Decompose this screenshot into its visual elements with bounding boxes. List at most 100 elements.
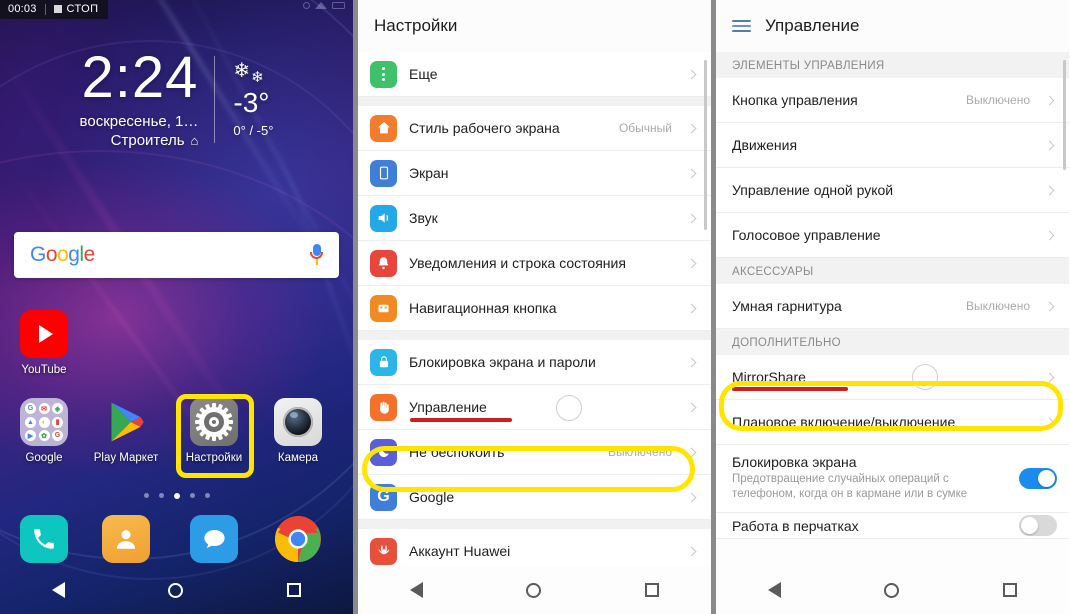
control-row-motions[interactable]: Движения: [716, 123, 1069, 168]
back-triangle-icon[interactable]: [767, 582, 781, 598]
dock-icon-phone[interactable]: [8, 515, 80, 563]
settings-row-sound[interactable]: Звук: [358, 196, 711, 241]
chevron-right-icon: [686, 168, 697, 178]
microphone-icon[interactable]: [310, 244, 323, 266]
weather-section[interactable]: ❄❄ -3° 0° / -5°: [215, 61, 273, 138]
app-icon-google-folder[interactable]: G ✉ ◈ ▲ ◐ ▮ ▶ ✿ G Google: [8, 398, 80, 464]
control-row-one-hand[interactable]: Управление одной рукой: [716, 168, 1069, 213]
home-style-icon: [370, 114, 397, 142]
section-gap: [358, 97, 711, 106]
settings-row-dnd[interactable]: Не беспокоить Выключено: [358, 430, 711, 475]
control-row-voice[interactable]: Голосовое управление: [716, 213, 1069, 258]
settings-row-home-style[interactable]: Стиль рабочего экрана Обычный: [358, 106, 711, 151]
nav-button-icon: [370, 294, 397, 322]
scrollbar-thumb[interactable]: [1063, 60, 1066, 170]
home-circle-icon[interactable]: [168, 582, 184, 598]
row-label: Кнопка управления: [732, 92, 858, 108]
row-value: Выключено: [608, 445, 672, 459]
hamburger-menu-icon[interactable]: [732, 20, 751, 32]
page-title: Настройки: [374, 16, 458, 35]
pocket-mode-toggle[interactable]: [1019, 467, 1057, 489]
home-screen-panel: 00:03 СТОП 2:24 воскресенье, 1… Строител…: [0, 0, 353, 614]
recents-square-icon[interactable]: [1003, 583, 1018, 597]
settings-row-control[interactable]: Управление: [358, 385, 711, 430]
tap-indicator-circle: [912, 364, 938, 390]
page-title: Управление: [765, 16, 860, 35]
section-header-accessories: АКСЕССУАРЫ: [716, 258, 1069, 284]
home-circle-icon[interactable]: [526, 582, 542, 598]
settings-navigation-bar[interactable]: [358, 566, 711, 614]
row-label: Уведомления и строка состояния: [409, 255, 626, 271]
google-search-bar[interactable]: Google: [14, 232, 339, 278]
tap-indicator-circle: [556, 395, 582, 421]
section-header-controls: ЭЛЕМЕНТЫ УПРАВЛЕНИЯ: [716, 52, 1069, 78]
recents-square-icon[interactable]: [645, 583, 660, 597]
page-dot-active[interactable]: [173, 493, 180, 499]
app-icon-settings[interactable]: Настройки: [178, 398, 250, 464]
battery-icon: [332, 2, 345, 9]
back-triangle-icon[interactable]: [409, 582, 423, 598]
page-indicator[interactable]: [0, 493, 353, 499]
dock-icon-contacts[interactable]: [90, 515, 162, 563]
clock-section[interactable]: 2:24 воскресенье, 1… Строитель ⌂: [79, 48, 215, 149]
row-label: Навигационная кнопка: [409, 300, 557, 316]
stop-recording-button[interactable]: СТОП: [53, 3, 99, 15]
control-scroll-area[interactable]: ЭЛЕМЕНТЫ УПРАВЛЕНИЯ Кнопка управления Вы…: [716, 52, 1069, 614]
control-row-scheduled-power[interactable]: Плановое включение/выключение: [716, 400, 1069, 445]
settings-row-google[interactable]: G Google: [358, 475, 711, 520]
chevron-right-icon: [1044, 301, 1055, 311]
row-label: Не беспокоить: [409, 444, 505, 460]
clock-date: воскресенье, 1…: [79, 113, 199, 131]
row-value: Обычный: [618, 121, 672, 135]
clock-weather-widget[interactable]: 2:24 воскресенье, 1… Строитель ⌂ ❄❄ -3° …: [0, 48, 353, 149]
home-circle-icon[interactable]: [884, 582, 900, 598]
settings-row-nav-button[interactable]: Навигационная кнопка: [358, 286, 711, 331]
red-underline-annotation: [732, 387, 848, 391]
app-icon-play-store[interactable]: Play Маркет: [90, 398, 162, 464]
chevron-right-icon: [1044, 372, 1055, 382]
recents-square-icon[interactable]: [287, 583, 302, 597]
page-dot[interactable]: [204, 493, 210, 498]
control-row-smart-headset[interactable]: Умная гарнитура Выключено: [716, 284, 1069, 329]
app-label: Камера: [277, 452, 319, 464]
page-dot[interactable]: [158, 493, 164, 498]
settings-row-display[interactable]: Экран: [358, 151, 711, 196]
snowflake-icon: ❄❄: [233, 61, 273, 85]
row-label: Блокировка экрана и пароли: [409, 354, 596, 370]
settings-row-notifications[interactable]: Уведомления и строка состояния: [358, 241, 711, 286]
page-dot[interactable]: [143, 493, 149, 498]
play-store-icon: [102, 398, 150, 446]
section-gap: [358, 331, 711, 340]
control-navigation-bar[interactable]: [716, 566, 1069, 614]
app-icon-camera[interactable]: Камера: [262, 398, 334, 464]
chevron-right-icon: [686, 492, 697, 502]
screen-recorder-overlay[interactable]: 00:03 СТОП: [0, 0, 109, 19]
messages-icon: [190, 515, 238, 563]
huawei-icon: [370, 537, 397, 565]
app-icon-youtube[interactable]: YouTube: [8, 310, 80, 376]
chevron-right-icon: [686, 402, 697, 412]
back-triangle-icon[interactable]: [51, 582, 65, 598]
lock-icon: [370, 348, 397, 376]
page-dot[interactable]: [189, 493, 195, 498]
section-gap: [358, 520, 711, 529]
control-row-mirrorshare[interactable]: MirrorShare: [716, 355, 1069, 400]
chevron-right-icon: [1044, 230, 1055, 240]
control-row-glove-mode[interactable]: Работа в перчатках: [716, 513, 1069, 540]
dock-icon-messages[interactable]: [178, 515, 250, 563]
weather-range: 0° / -5°: [233, 123, 274, 139]
dock-icon-chrome[interactable]: [262, 515, 334, 563]
home-navigation-bar[interactable]: [0, 566, 353, 614]
control-row-pocket-mode[interactable]: Блокировка экрана Предотвращение случайн…: [716, 445, 1069, 514]
settings-row-lockscreen[interactable]: Блокировка экрана и пароли: [358, 340, 711, 385]
more-dots-icon: [370, 60, 397, 88]
row-value: Выключено: [966, 93, 1030, 107]
app-label: Play Маркет: [93, 452, 159, 464]
row-label: Звук: [409, 210, 438, 226]
settings-scroll-area[interactable]: Еще Стиль рабочего экрана Обычный Экран: [358, 52, 711, 614]
scrollbar-thumb[interactable]: [704, 60, 707, 230]
phone-icon: [20, 515, 68, 563]
control-row-control-button[interactable]: Кнопка управления Выключено: [716, 78, 1069, 123]
glove-mode-toggle[interactable]: [1019, 515, 1057, 537]
settings-row-more[interactable]: Еще: [358, 52, 711, 97]
